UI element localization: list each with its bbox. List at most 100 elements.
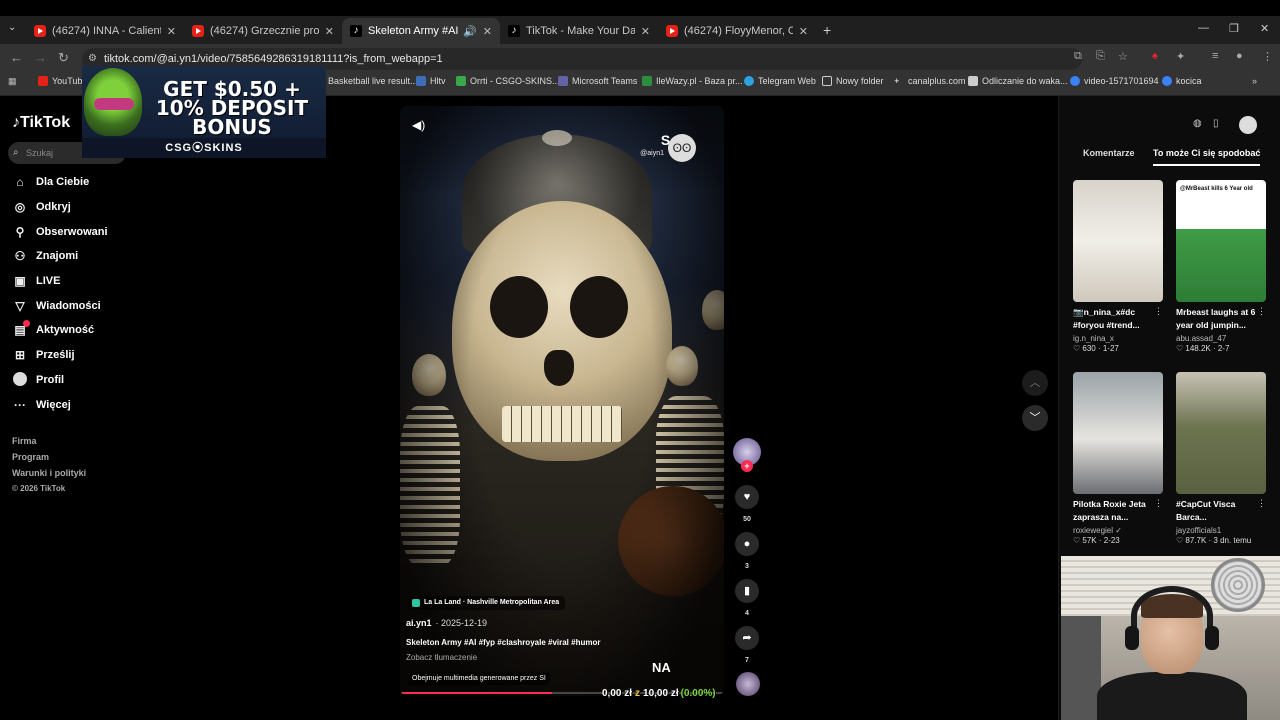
bookmark-teams[interactable]: Microsoft Teams (558, 76, 637, 86)
sidebar-item-messages[interactable]: ▽ Wiadomości (12, 296, 100, 316)
media-controls-icon[interactable]: ≡ (1212, 50, 1218, 62)
extension-icon[interactable]: ♠ (1152, 50, 1158, 62)
recommended-video-card[interactable]: 📷n_nina_x#dc #foryou #trend... ⋮ ig.n_ni… (1073, 180, 1165, 353)
previous-video-button[interactable]: ︿ (1022, 370, 1048, 396)
sidebar-item-friends[interactable]: ⚇ Znajomi (12, 246, 79, 266)
share-button[interactable]: ➦ (735, 626, 759, 650)
close-tab-icon[interactable]: ✕ (799, 25, 808, 38)
close-tab-icon[interactable]: ✕ (325, 25, 334, 38)
tab-youtube-inna[interactable]: (46274) INNA - Caliente (SINDR ✕ (26, 18, 184, 44)
more-icon: ··· (14, 398, 26, 412)
install-icon[interactable]: ⎘ (1096, 50, 1105, 63)
tiktok-icon: ♪ (350, 25, 362, 37)
logo-text: TikTok (20, 114, 71, 131)
profile-avatar (13, 371, 27, 386)
tiktok-logo[interactable]: ♪TikTok (12, 114, 70, 132)
sidebar-item-more[interactable]: ··· Więcej (12, 395, 71, 415)
csgoskins-ad-banner[interactable]: GET $0.50 + 10% DEPOSIT BONUS CSG⦿SKINS (82, 66, 326, 158)
extensions-puzzle-icon[interactable]: ✦ (1176, 50, 1185, 63)
close-tab-icon[interactable]: ✕ (167, 25, 176, 38)
reload-icon[interactable]: ↻ (58, 50, 69, 66)
translate-icon[interactable]: ⧉ (1074, 50, 1082, 63)
tab-tiktok-skeleton-army[interactable]: ♪ Skeleton Army #AI #fyp #cl 🔊 ✕ (342, 18, 500, 44)
menu-dots-icon[interactable]: ⋮ (1262, 50, 1273, 63)
tab-you-may-like[interactable]: To może Ci się spodobać (1153, 148, 1261, 166)
messages-icon: ▽ (15, 299, 25, 313)
sidebar-item-explore[interactable]: ◎ Odkryj (12, 197, 71, 217)
recommended-video-card[interactable]: @MrBeast kills 6 Year old Mrbeast laughs… (1176, 180, 1268, 353)
youtube-icon (38, 76, 48, 86)
bookmark-folder[interactable]: Nowy folder (822, 76, 884, 86)
save-button[interactable]: ▮ (735, 579, 759, 603)
ai-generated-label[interactable]: Obejmuje multimedia generowane przez SI (408, 672, 550, 685)
bookmark-ilewazy[interactable]: IleWazy.pl - Baza pr... (642, 76, 743, 86)
bookmark-basketball[interactable]: Basketball live result... (328, 76, 418, 86)
video-author[interactable]: ai.yn1 · 2025-12-19 (406, 618, 487, 628)
bookmark-orrti[interactable]: Orrti - CSGO-SKINS... (456, 76, 560, 86)
footer-program[interactable]: Program (12, 452, 49, 462)
like-button[interactable]: ♥ (735, 485, 759, 509)
bookmark-video[interactable]: video-1571701694 (1070, 76, 1159, 86)
tab-comments[interactable]: Komentarze (1083, 148, 1135, 158)
bookmark-star-icon[interactable]: ☆ (1118, 50, 1128, 63)
bookmark-odliczanie[interactable]: Odliczanie do waka... (968, 76, 1068, 86)
apps-grid-icon[interactable]: ▦ (8, 76, 17, 87)
next-video-button[interactable]: ﹀ (1022, 405, 1048, 431)
bookmark-youtube[interactable]: YouTube (38, 76, 87, 86)
minimize-icon[interactable]: — (1198, 22, 1209, 34)
sidebar-item-activity[interactable]: ▤ Aktywność (12, 320, 94, 340)
save-count: 4 (745, 610, 749, 617)
sidebar-item-for-you[interactable]: ⌂ Dla Ciebie (12, 172, 89, 192)
comment-button[interactable]: ● (735, 532, 759, 556)
donation-percent: (0.00%) (680, 688, 716, 699)
card-more-icon[interactable]: ⋮ (1154, 498, 1163, 509)
close-tab-icon[interactable]: ✕ (483, 25, 492, 38)
footer-terms[interactable]: Warunki i polityki (12, 468, 86, 478)
maximize-icon[interactable]: ❐ (1229, 22, 1239, 35)
more-bookmarks-icon[interactable]: » (1252, 76, 1257, 86)
location-tag[interactable]: La La Land · Nashville Metropolitan Area (408, 596, 566, 610)
new-tab-icon[interactable]: + (823, 22, 831, 38)
tab-youtube-grzecznie[interactable]: (46274) Grzecznie proszę (Człu ✕ (184, 18, 342, 44)
video-player[interactable]: ◀) Sora @aiyn1 ʘʘ La La Land · Nashville… (400, 106, 724, 696)
card-more-icon[interactable]: ⋮ (1257, 306, 1266, 317)
speaker-icon[interactable]: 🔊 (463, 25, 477, 38)
card-more-icon[interactable]: ⋮ (1257, 498, 1266, 509)
user-avatar[interactable] (1239, 116, 1257, 134)
card-title: Mrbeast laughs at 6 year old jumpin... (1176, 307, 1256, 330)
card-more-icon[interactable]: ⋮ (1154, 306, 1163, 317)
tab-youtube-floyymenor[interactable]: (46274) FloyyMenor, Cris MJ - G ✕ (658, 18, 816, 44)
bookmark-kocica[interactable]: kocica (1162, 76, 1202, 86)
recommended-video-card[interactable]: Pilotka Roxie Jeta zaprasza na... ⋮ roxi… (1073, 372, 1165, 545)
donation-current: 0,00 zł (602, 688, 633, 699)
sidebar-item-profile[interactable]: Profil (12, 370, 64, 390)
bookmark-canalplus[interactable]: + canalplus.com (894, 76, 966, 86)
music-disc-icon[interactable] (736, 672, 760, 696)
mini-player-icon[interactable]: ◍ (1193, 118, 1202, 129)
teams-icon (558, 76, 568, 86)
bookmark-telegram[interactable]: Telegram Web (744, 76, 816, 86)
back-icon[interactable]: ← (10, 50, 23, 65)
recommended-video-card[interactable]: #CapCut Visca Barca... ⋮ jayzofficials1 … (1176, 372, 1268, 545)
tab-tiktok-home[interactable]: ♪ TikTok - Make Your Day ✕ (500, 18, 658, 44)
phone-icon[interactable]: ▯ (1213, 118, 1219, 129)
sidebar-item-upload[interactable]: ⊞ Prześlij (12, 345, 75, 365)
volume-icon[interactable]: ◀) (412, 118, 425, 132)
video-progress-fill (400, 692, 553, 694)
tab-list-chevron-icon[interactable]: ⌄ (8, 22, 16, 33)
follow-plus-icon[interactable]: + (741, 460, 753, 472)
close-tab-icon[interactable]: ✕ (641, 25, 650, 38)
sidebar-item-live[interactable]: ▣ LIVE (12, 271, 60, 291)
bookmark-hltv[interactable]: Hltv (416, 76, 446, 86)
url-text: tiktok.com/@ai.yn1/video/758564928631918… (104, 53, 443, 65)
ad-headline: GET $0.50 + 10% DEPOSIT BONUS (155, 77, 309, 139)
sidebar-item-following[interactable]: ⚲ Obserwowani (12, 222, 108, 242)
close-window-icon[interactable]: ✕ (1260, 22, 1269, 35)
footer-company[interactable]: Firma (12, 436, 37, 446)
kocica-icon (1162, 76, 1172, 86)
forward-icon[interactable]: → (34, 50, 47, 65)
see-translation-link[interactable]: Zobacz tłumaczenie (406, 653, 477, 662)
card-stats: ♡ 57K · 2-23 (1073, 536, 1120, 545)
profile-icon[interactable]: ● (1236, 50, 1243, 62)
card-title: Pilotka Roxie Jeta zaprasza na... (1073, 499, 1146, 522)
